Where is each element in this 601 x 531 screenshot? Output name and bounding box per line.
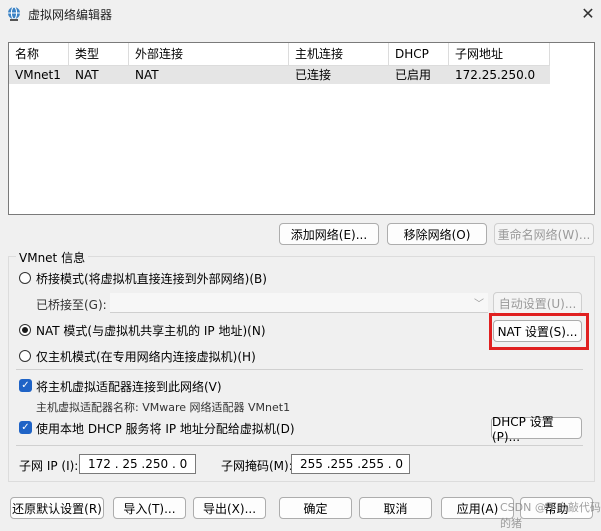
bridged-mode-radio[interactable] (19, 272, 31, 284)
bridged-to-label: 已桥接至(G): (36, 298, 107, 312)
connect-adapter-label[interactable]: 将主机虚拟适配器连接到此网络(V) (36, 378, 222, 395)
column-header-dhcp[interactable]: DHCP (389, 43, 449, 65)
vmnet-info-label: VMnet 信息 (16, 249, 89, 266)
cell-subnet: 172.25.250.0 (455, 68, 536, 82)
import-button[interactable]: 导入(T)... (113, 497, 186, 519)
cell-external: NAT (135, 68, 159, 82)
nat-mode-radio[interactable] (19, 324, 31, 336)
table-header: 名称 类型 外部连接 主机连接 DHCP 子网地址 (9, 43, 550, 66)
chevron-down-icon: ﹀ (474, 299, 484, 310)
bridged-mode-label[interactable]: 桥接模式(将虚拟机直接连接到外部网络)(B) (36, 270, 267, 287)
cell-host: 已连接 (295, 68, 332, 82)
cell-name: VMnet1 (15, 68, 61, 82)
host-only-mode-label[interactable]: 仅主机模式(在专用网络内连接虚拟机)(H) (36, 348, 256, 365)
network-globe-icon (8, 6, 20, 21)
rename-network-button[interactable]: 重命名网络(W)... (494, 223, 594, 245)
connect-adapter-checkbox[interactable]: ✓ (19, 379, 32, 392)
dhcp-checkbox[interactable]: ✓ (19, 421, 32, 434)
add-network-button[interactable]: 添加网络(E)... (279, 223, 379, 245)
cell-dhcp: 已启用 (395, 68, 432, 82)
cancel-button[interactable]: 取消 (359, 497, 432, 519)
ok-button[interactable]: 确定 (279, 497, 352, 519)
separator (16, 445, 583, 446)
auto-settings-button[interactable]: 自动设置(U)... (493, 292, 582, 314)
title-bar: 虚拟网络编辑器 ✕ (0, 0, 601, 28)
nat-mode-label[interactable]: NAT 模式(与虚拟机共享主机的 IP 地址)(N) (36, 322, 266, 339)
column-header-subnet[interactable]: 子网地址 (449, 43, 550, 65)
column-header-external[interactable]: 外部连接 (129, 43, 289, 65)
cell-type: NAT (75, 68, 99, 82)
close-icon[interactable]: ✕ (578, 3, 598, 23)
highlight-box (489, 313, 589, 350)
adapter-name-label: 主机虚拟适配器名称: VMware 网络适配器 VMnet1 (36, 401, 291, 414)
bridged-to-select[interactable]: ﹀ (110, 293, 488, 313)
host-only-mode-radio[interactable] (19, 350, 31, 362)
table-row[interactable]: VMnet1 NAT NAT 已连接 已启用 172.25.250.0 (9, 66, 550, 84)
restore-defaults-button[interactable]: 还原默认设置(R) (10, 497, 104, 519)
dhcp-settings-button[interactable]: DHCP 设置(P)... (491, 415, 582, 444)
dhcp-label[interactable]: 使用本地 DHCP 服务将 IP 地址分配给虚拟机(D) (36, 420, 295, 437)
column-header-type[interactable]: 类型 (69, 43, 129, 65)
subnet-mask-label: 子网掩码(M): (221, 459, 293, 473)
subnet-ip-input[interactable]: 172 . 25 .250 . 0 (79, 454, 196, 474)
column-header-host[interactable]: 主机连接 (289, 43, 389, 65)
remove-network-button[interactable]: 移除网络(O) (387, 223, 487, 245)
subnet-mask-input[interactable]: 255 .255 .255 . 0 (291, 454, 410, 474)
window-title: 虚拟网络编辑器 (28, 8, 113, 22)
subnet-ip-label: 子网 IP (I): (19, 459, 79, 473)
export-button[interactable]: 导出(X)... (193, 497, 266, 519)
network-table[interactable]: 名称 类型 外部连接 主机连接 DHCP 子网地址 VMnet1 NAT NAT… (8, 42, 595, 215)
separator (16, 369, 583, 370)
column-header-name[interactable]: 名称 (9, 43, 69, 65)
watermark: CSDN @不会敲代码的猪 (500, 501, 601, 530)
